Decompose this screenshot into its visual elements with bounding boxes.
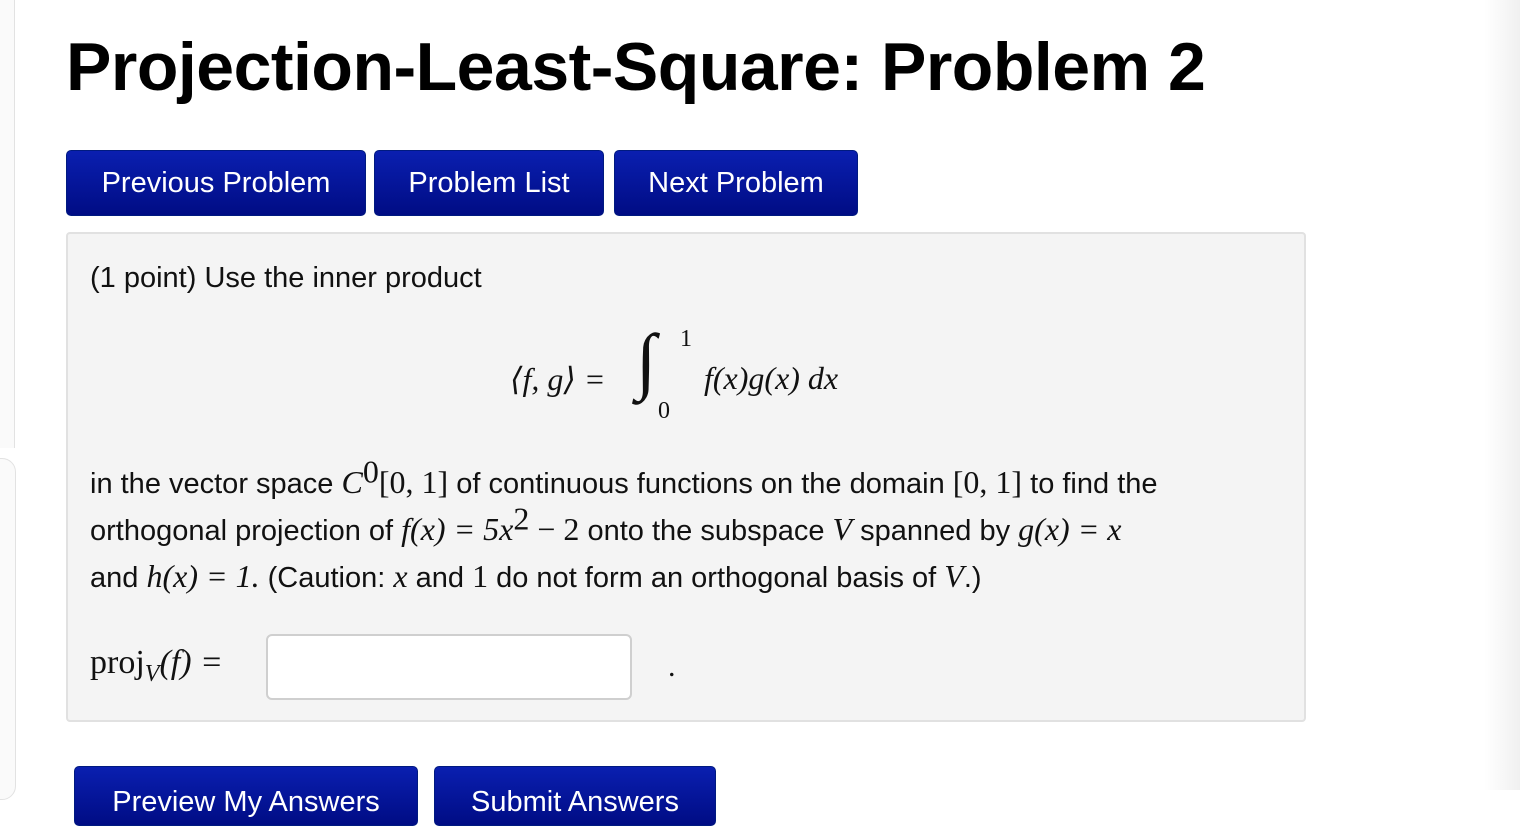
- answer-input[interactable]: [266, 634, 632, 700]
- space-superscript: 0: [362, 453, 379, 490]
- function-f-exponent: 2: [513, 500, 530, 537]
- subspace-symbol: V: [832, 511, 853, 547]
- problem-statement: in the vector space C0[0, 1] of continuo…: [90, 455, 1280, 601]
- symbol-x: x: [393, 558, 408, 594]
- symbol-one: 1: [472, 558, 489, 594]
- space-symbol: C: [341, 464, 363, 500]
- proj-symbol: proj: [90, 644, 145, 681]
- answer-row: projV(f) = .: [90, 634, 690, 704]
- integral-lower-limit: 0: [658, 398, 670, 424]
- proj-argument: (f) =: [159, 644, 223, 681]
- preview-answers-button[interactable]: Preview My Answers: [74, 766, 418, 826]
- statement-text: do not form an orthogonal basis of: [488, 562, 945, 594]
- problem-intro: (1 point) Use the inner product: [90, 262, 482, 294]
- integral-sign: ∫: [636, 320, 657, 402]
- statement-text: spanned by: [852, 515, 1019, 547]
- formula-lhs: ⟨f, g⟩ =: [510, 361, 606, 397]
- statement-text: .): [963, 562, 982, 594]
- left-panel-edge: [0, 0, 15, 448]
- statement-text: of continuous functions on the domain: [448, 468, 953, 500]
- statement-text: onto the subspace: [579, 515, 833, 547]
- statement-text: in the vector space: [90, 468, 342, 500]
- page-title: Projection-Least-Square: Problem 2: [66, 29, 1206, 105]
- function-f: f(x) = 5x: [401, 511, 514, 547]
- integral-upper-limit: 1: [680, 326, 692, 352]
- left-panel-edge-lower: [0, 458, 16, 800]
- statement-text: and: [90, 562, 147, 594]
- right-edge-shadow: [1484, 0, 1520, 790]
- previous-problem-button[interactable]: Previous Problem: [66, 150, 366, 216]
- answer-period: .: [668, 650, 676, 683]
- next-problem-button[interactable]: Next Problem: [614, 150, 858, 216]
- function-h: h(x) = 1.: [146, 558, 260, 594]
- proj-subscript: V: [144, 660, 160, 687]
- inner-product-formula: ⟨f, g⟩ = ∫ 1 0 f(x)g(x) dx: [510, 324, 930, 434]
- space-interval: [0, 1]: [378, 464, 449, 500]
- function-g: g(x) = x: [1018, 511, 1122, 547]
- subspace-symbol: V: [944, 558, 964, 594]
- submit-answers-button[interactable]: Submit Answers: [434, 766, 716, 826]
- function-f-constant: − 2: [529, 511, 580, 547]
- statement-text: (Caution:: [259, 562, 394, 594]
- domain-interval: [0, 1]: [952, 464, 1023, 500]
- answer-label: projV(f) =: [90, 644, 223, 686]
- problem-list-button[interactable]: Problem List: [374, 150, 604, 216]
- formula-integrand: f(x)g(x) dx: [704, 360, 839, 396]
- problem-box: (1 point) Use the inner product ⟨f, g⟩ =…: [66, 232, 1306, 722]
- statement-text: and: [407, 562, 473, 594]
